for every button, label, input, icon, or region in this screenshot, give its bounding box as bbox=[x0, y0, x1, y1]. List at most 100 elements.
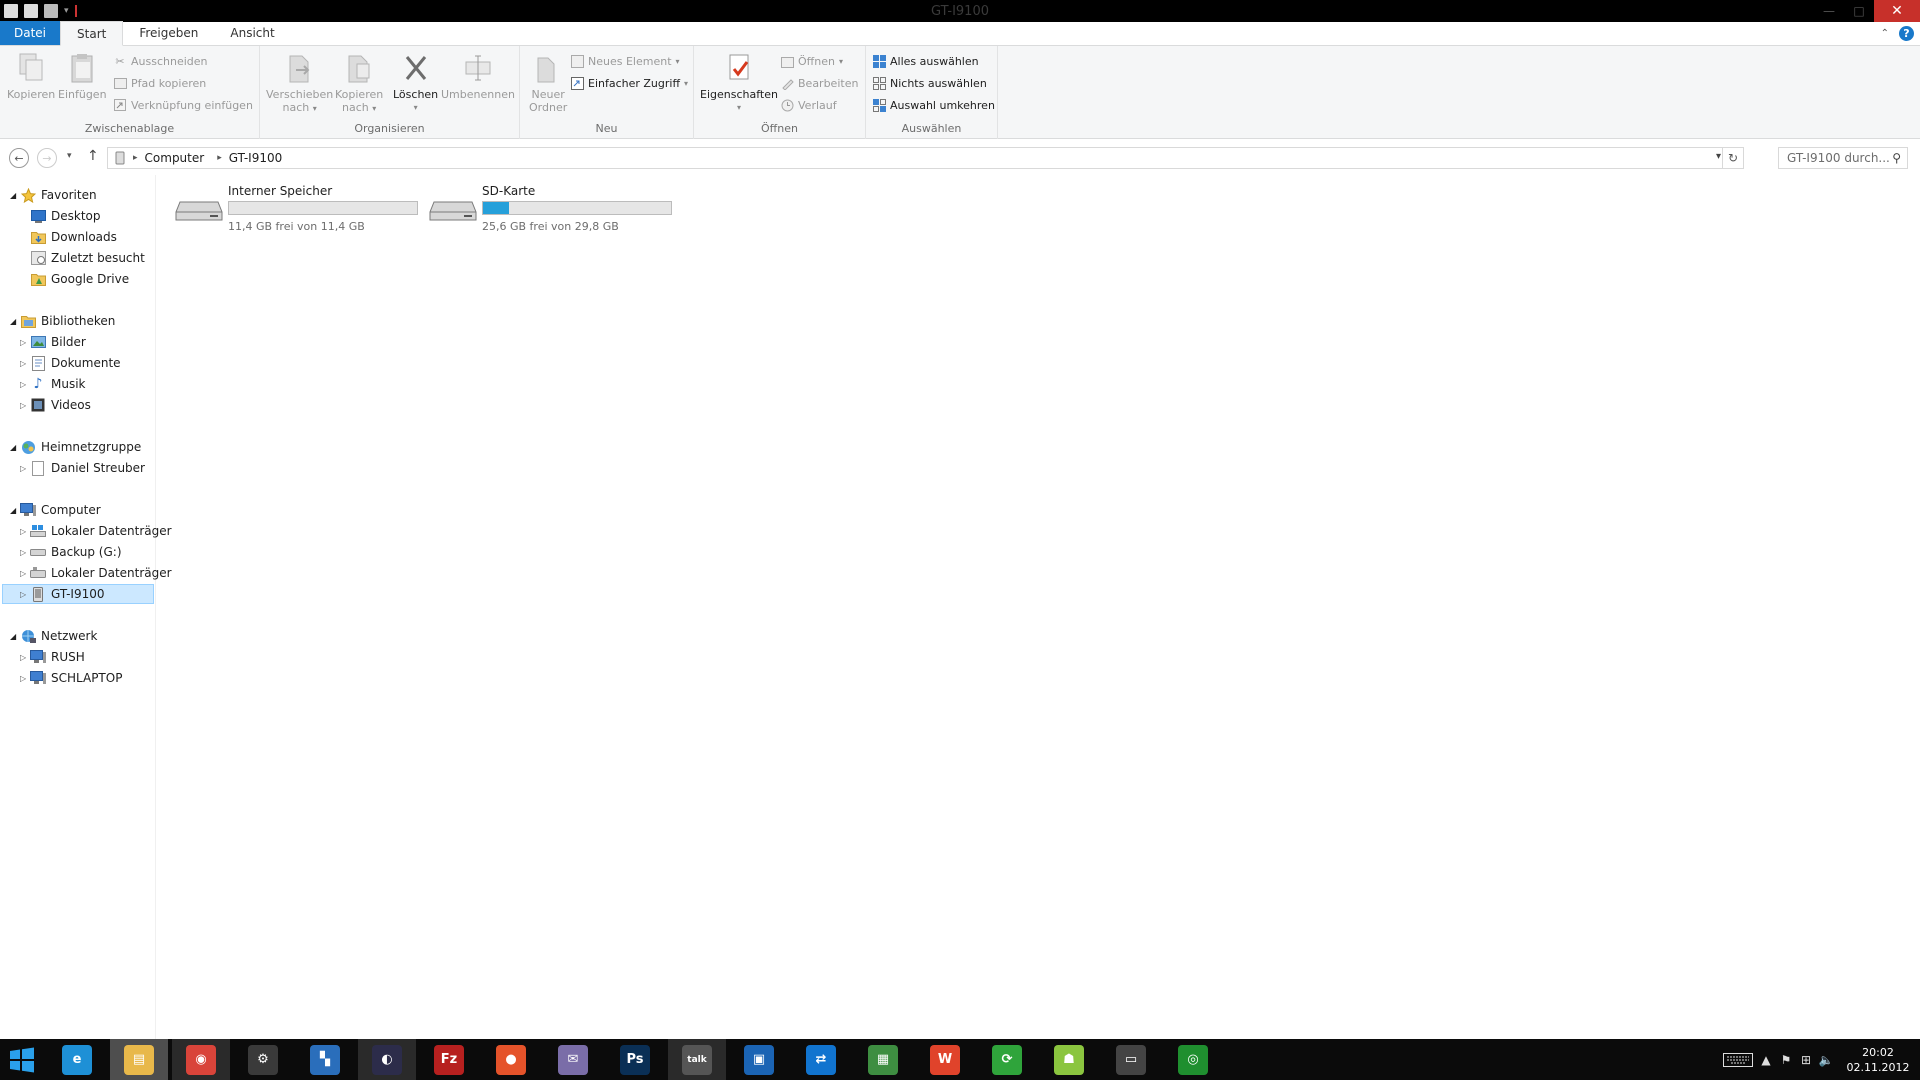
nav-item-music[interactable]: ▷ ♪ Musik bbox=[20, 374, 86, 394]
close-button[interactable]: ✕ bbox=[1874, 0, 1920, 22]
taskbar-app-origin[interactable]: ● bbox=[482, 1039, 540, 1080]
drive-sd-card[interactable]: SD-Karte 25,6 GB frei von 29,8 GB bbox=[428, 184, 678, 233]
tab-datei[interactable]: Datei bbox=[0, 21, 61, 45]
taskbar-app-pidgin[interactable]: ✉ bbox=[544, 1039, 602, 1080]
taskbar-app-chrome[interactable]: ◉ bbox=[172, 1039, 230, 1080]
nav-item-user[interactable]: ▷ Daniel Streuber bbox=[20, 458, 145, 478]
back-button[interactable]: ← bbox=[9, 148, 29, 168]
taskbar-app-steam[interactable]: ⚙ bbox=[234, 1039, 292, 1080]
taskbar-app-photoshop[interactable]: Ps bbox=[606, 1039, 664, 1080]
tab-freigeben[interactable]: Freigeben bbox=[123, 21, 214, 45]
delete-button[interactable]: Löschen ▾ bbox=[393, 52, 438, 114]
help-icon[interactable]: ? bbox=[1899, 26, 1914, 41]
taskbar-app-teamviewer[interactable]: ⇄ bbox=[792, 1039, 850, 1080]
start-button[interactable] bbox=[0, 1039, 44, 1080]
tab-start[interactable]: Start bbox=[60, 21, 124, 46]
collapsed-arrow-icon[interactable]: ▷ bbox=[20, 590, 30, 599]
nav-item-schlaptop[interactable]: ▷ SCHLAPTOP bbox=[20, 668, 122, 688]
nav-homegroup[interactable]: ◢ Heimnetzgruppe bbox=[10, 437, 141, 457]
collapsed-arrow-icon[interactable]: ▷ bbox=[20, 527, 30, 536]
up-arrow-icon[interactable]: ↑ bbox=[87, 148, 99, 164]
taskbar-app-android[interactable]: ☗ bbox=[1040, 1039, 1098, 1080]
recent-locations-icon[interactable]: ▾ bbox=[67, 151, 72, 161]
collapsed-arrow-icon[interactable]: ▷ bbox=[20, 359, 30, 368]
drive-internal-storage[interactable]: Interner Speicher 11,4 GB frei von 11,4 … bbox=[174, 184, 424, 233]
expand-arrow-icon[interactable]: ◢ bbox=[10, 506, 20, 515]
nav-favorites[interactable]: ◢ Favoriten bbox=[10, 185, 97, 205]
copy-button[interactable]: Kopieren bbox=[7, 52, 55, 101]
collapsed-arrow-icon[interactable]: ▷ bbox=[20, 401, 30, 410]
new-item-button[interactable]: Neues Element ▾ bbox=[570, 54, 680, 68]
nav-item-documents[interactable]: ▷ Dokumente bbox=[20, 353, 121, 373]
taskbar-app-ie[interactable]: e bbox=[48, 1039, 106, 1080]
expand-arrow-icon[interactable]: ◢ bbox=[10, 317, 20, 326]
breadcrumb-separator-icon[interactable]: ▸ bbox=[211, 153, 222, 163]
taskbar-app-eclipse[interactable]: ◐ bbox=[358, 1039, 416, 1080]
address-bar[interactable]: ▸ Computer ▸ GT-I9100 ▾ ↻ bbox=[107, 147, 1744, 169]
easy-access-button[interactable]: Einfacher Zugriff ▾ bbox=[570, 76, 688, 90]
rename-button[interactable]: Umbenennen bbox=[441, 52, 515, 101]
paste-button[interactable]: Einfügen bbox=[58, 52, 107, 101]
search-icon[interactable]: ⚲ bbox=[1892, 151, 1901, 165]
taskbar-app-talk[interactable]: talk bbox=[668, 1039, 726, 1080]
nav-item-pictures[interactable]: ▷ Bilder bbox=[20, 332, 86, 352]
nav-item-local-disk-2[interactable]: ▷ Lokaler Datenträger bbox=[20, 563, 172, 583]
ribbon-collapse-icon[interactable]: ⌃ bbox=[1881, 28, 1889, 39]
taskbar-app-filezilla[interactable]: Fz bbox=[420, 1039, 478, 1080]
open-button[interactable]: Öffnen ▾ bbox=[780, 54, 843, 68]
taskbar-app-w[interactable]: W bbox=[916, 1039, 974, 1080]
refresh-icon[interactable]: ↻ bbox=[1722, 147, 1744, 169]
maximize-button[interactable]: □ bbox=[1844, 0, 1874, 22]
tray-expand-icon[interactable]: ▲ bbox=[1756, 1050, 1776, 1070]
edit-button[interactable]: Bearbeiten bbox=[780, 76, 858, 90]
history-button[interactable]: Verlauf bbox=[780, 98, 837, 112]
tab-ansicht[interactable]: Ansicht bbox=[214, 21, 290, 45]
nav-computer[interactable]: ◢ Computer bbox=[10, 500, 101, 520]
qat-dropdown-icon[interactable]: ▾ bbox=[64, 6, 69, 16]
forward-button[interactable]: → bbox=[37, 148, 57, 168]
collapsed-arrow-icon[interactable]: ▷ bbox=[20, 338, 30, 347]
nav-libraries[interactable]: ◢ Bibliotheken bbox=[10, 311, 115, 331]
breadcrumb-computer[interactable]: Computer bbox=[138, 151, 212, 165]
expand-arrow-icon[interactable]: ◢ bbox=[10, 443, 20, 452]
volume-icon[interactable]: 🔈 bbox=[1816, 1050, 1836, 1070]
paste-shortcut-button[interactable]: Verknüpfung einfügen bbox=[113, 98, 253, 112]
nav-item-backup-drive[interactable]: ▷ Backup (G:) bbox=[20, 542, 122, 562]
properties-quick-icon[interactable] bbox=[24, 4, 38, 18]
breadcrumb-device[interactable]: GT-I9100 bbox=[222, 151, 290, 165]
clock[interactable]: 20:02 02.11.2012 bbox=[1836, 1045, 1920, 1075]
expand-arrow-icon[interactable]: ◢ bbox=[10, 191, 20, 200]
network-status-icon[interactable]: ⊞ bbox=[1796, 1050, 1816, 1070]
copy-path-button[interactable]: Pfad kopieren bbox=[113, 76, 206, 90]
nav-item-gt-i9100[interactable]: ▷ GT-I9100 bbox=[2, 584, 154, 604]
move-to-button[interactable]: Verschieben nach ▾ bbox=[266, 52, 333, 115]
taskbar-app-sync[interactable]: ⟳ bbox=[978, 1039, 1036, 1080]
taskbar-app-virtualbox[interactable]: ▣ bbox=[730, 1039, 788, 1080]
taskbar-app-spreadsheet[interactable]: ▦ bbox=[854, 1039, 912, 1080]
collapsed-arrow-icon[interactable]: ▷ bbox=[20, 464, 30, 473]
taskbar-app-explorer[interactable]: ▤ bbox=[110, 1039, 168, 1080]
nav-item-downloads[interactable]: Downloads bbox=[20, 227, 117, 247]
collapsed-arrow-icon[interactable]: ▷ bbox=[20, 380, 30, 389]
nav-item-recent[interactable]: Zuletzt besucht bbox=[20, 248, 145, 268]
select-none-button[interactable]: Nichts auswählen bbox=[872, 76, 987, 90]
select-all-button[interactable]: Alles auswählen bbox=[872, 54, 979, 68]
new-folder-quick-icon[interactable] bbox=[44, 4, 58, 18]
nav-item-desktop[interactable]: Desktop bbox=[20, 206, 101, 226]
nav-item-google-drive[interactable]: Google Drive bbox=[20, 269, 129, 289]
nav-item-rush[interactable]: ▷ RUSH bbox=[20, 647, 85, 667]
taskbar-app-eye[interactable]: ◎ bbox=[1164, 1039, 1222, 1080]
nav-network[interactable]: ◢ Netzwerk bbox=[10, 626, 97, 646]
search-input[interactable]: GT-I9100 durch... ⚲ bbox=[1778, 147, 1908, 169]
properties-button[interactable]: Eigenschaften ▾ bbox=[700, 52, 778, 114]
taskbar-app-camera[interactable]: ▭ bbox=[1102, 1039, 1160, 1080]
expand-arrow-icon[interactable]: ◢ bbox=[10, 632, 20, 641]
collapsed-arrow-icon[interactable]: ▷ bbox=[20, 674, 30, 683]
nav-item-local-disk-c[interactable]: ▷ Lokaler Datenträger bbox=[20, 521, 172, 541]
keyboard-icon[interactable] bbox=[1720, 1050, 1756, 1070]
nav-item-videos[interactable]: ▷ Videos bbox=[20, 395, 91, 415]
collapsed-arrow-icon[interactable]: ▷ bbox=[20, 653, 30, 662]
invert-selection-button[interactable]: Auswahl umkehren bbox=[872, 98, 995, 112]
breadcrumb-separator-icon[interactable]: ▸ bbox=[127, 153, 138, 163]
copy-to-button[interactable]: Kopieren nach ▾ bbox=[335, 52, 383, 115]
